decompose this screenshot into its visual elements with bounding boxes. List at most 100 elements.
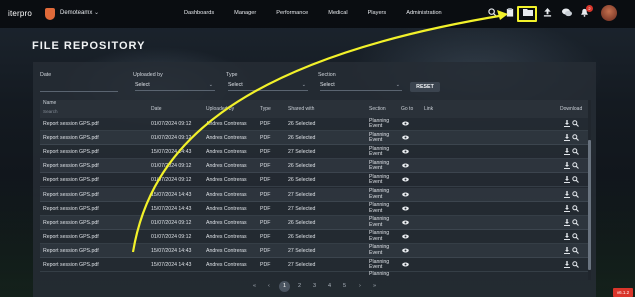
- nav-performance[interactable]: Performance: [276, 10, 308, 16]
- table-row[interactable]: Report session GPS.pdf 01/07/2024 09:12 An…: [40, 173, 588, 188]
- nav-players[interactable]: Players: [368, 10, 387, 16]
- eye-icon[interactable]: [402, 191, 409, 197]
- table-row[interactable]: Report session GPS.pdf 15/07/2024 14:43 An…: [40, 145, 588, 160]
- download-icon[interactable]: [564, 246, 570, 254]
- preview-search-icon[interactable]: [572, 261, 579, 268]
- type-cell: PDF: [260, 205, 271, 212]
- pagination-page-1[interactable]: 1: [279, 281, 290, 292]
- preview-search-icon[interactable]: [572, 218, 579, 226]
- chat-icon[interactable]: [561, 8, 572, 19]
- nav-manager[interactable]: Manager: [234, 10, 256, 16]
- section-cell: Planning Event: [369, 160, 389, 172]
- table-scrollbar-thumb[interactable]: [588, 140, 591, 270]
- shared-with-cell: 26 Selected: [288, 233, 316, 240]
- table-row[interactable]: Report session GPS.pdf 15/07/2024 14:43 An…: [40, 187, 588, 202]
- type-cell: PDF: [260, 219, 271, 226]
- download-icon[interactable]: [564, 261, 570, 268]
- preview-search-icon[interactable]: [572, 148, 579, 156]
- table-row[interactable]: Report session GPS.pdf 01/07/2024 09:12 An…: [40, 215, 588, 230]
- table-row[interactable]: Report session GPS.pdf 01/07/2024 09:12 An…: [40, 117, 588, 131]
- download-icon[interactable]: [564, 162, 570, 170]
- team-selector[interactable]: Demoteamx: [60, 10, 92, 16]
- pagination-page-5[interactable]: 5: [343, 283, 346, 289]
- date-filter-input[interactable]: [40, 82, 118, 92]
- preview-search-icon[interactable]: [572, 162, 579, 170]
- top-navigation-bar: iterpro Demoteamx ⌄ Dashboards Manager P…: [0, 0, 635, 28]
- preview-search-icon[interactable]: [572, 134, 579, 141]
- preview-search-icon[interactable]: [572, 120, 579, 127]
- download-icon[interactable]: [564, 218, 570, 226]
- download-icon[interactable]: [564, 204, 570, 212]
- file-name-cell: Report session GPS.pdf: [43, 177, 99, 184]
- eye-icon[interactable]: [402, 220, 409, 225]
- table-row[interactable]: Report session GPS.pdf 15/07/2024 14:43 An…: [40, 202, 588, 216]
- download-icon[interactable]: [564, 190, 570, 198]
- pagination-prev[interactable]: ‹: [268, 283, 270, 289]
- eye-icon[interactable]: [402, 248, 409, 253]
- nav-dashboards[interactable]: Dashboards: [184, 10, 214, 16]
- preview-search-icon[interactable]: [572, 204, 579, 212]
- pagination-page-3[interactable]: 3: [313, 283, 316, 289]
- clipboard-icon[interactable]: [504, 8, 515, 19]
- type-cell: PDF: [260, 135, 271, 142]
- eye-icon[interactable]: [402, 149, 409, 154]
- pagination-first[interactable]: «: [253, 283, 256, 289]
- section-cell: Planning Event: [369, 216, 389, 228]
- pagination-last[interactable]: »: [373, 283, 376, 289]
- type-select[interactable]: Select ⌄: [228, 81, 308, 91]
- eye-icon[interactable]: [402, 262, 409, 267]
- table-row[interactable]: Report session GPS.pdf 15/07/2024 14:43 An…: [40, 258, 588, 272]
- column-header-name[interactable]: Name: [43, 100, 56, 106]
- app-logo[interactable]: iterpro: [8, 9, 32, 18]
- column-header-section[interactable]: Section: [369, 106, 386, 112]
- shared-with-cell: 27 Selected: [288, 149, 316, 156]
- uploaded-by-select[interactable]: Select ⌄: [135, 81, 215, 91]
- type-cell: PDF: [260, 149, 271, 156]
- eye-icon[interactable]: [402, 206, 409, 211]
- type-select-value: Select: [228, 82, 243, 88]
- download-icon[interactable]: [564, 134, 570, 142]
- chevron-down-icon[interactable]: ⌄: [94, 9, 99, 16]
- section-cell: Planning Event: [369, 118, 389, 130]
- table-row[interactable]: Report session GPS.pdf 01/07/2024 09:12 An…: [40, 131, 588, 146]
- column-header-type[interactable]: Type: [260, 106, 271, 112]
- column-header-download: Download: [560, 106, 583, 112]
- eye-icon[interactable]: [402, 234, 409, 239]
- table-row[interactable]: Report session GPS.pdf 01/07/2024 09:12 An…: [40, 230, 588, 244]
- preview-search-icon[interactable]: [572, 247, 579, 254]
- pagination-page-2[interactable]: 2: [298, 283, 301, 289]
- download-icon[interactable]: [564, 120, 570, 127]
- name-search-input[interactable]: Search: [43, 109, 58, 114]
- file-name-cell: Report session GPS.pdf: [43, 149, 99, 156]
- upload-icon[interactable]: [542, 8, 553, 19]
- download-icon[interactable]: [564, 232, 570, 240]
- table-row[interactable]: Report session GPS.pdf 15/07/2024 14:43 An…: [40, 243, 588, 258]
- column-header-uploaded-by[interactable]: Uploaded by: [206, 106, 234, 112]
- download-icon[interactable]: [564, 148, 570, 156]
- table-row[interactable]: Report session GPS.pdf 01/07/2024 09:12 An…: [40, 159, 588, 174]
- date-cell: 15/07/2024 14:43: [151, 149, 192, 156]
- preview-search-icon[interactable]: [572, 233, 579, 240]
- section-select[interactable]: Select ⌄: [320, 81, 402, 91]
- section-cell: Planning Event: [369, 188, 389, 200]
- eye-icon[interactable]: [402, 177, 409, 182]
- column-header-shared-with[interactable]: Shared with: [288, 106, 314, 112]
- eye-icon[interactable]: [402, 163, 409, 168]
- nav-administration[interactable]: Administration: [406, 10, 441, 16]
- eye-icon[interactable]: [402, 135, 409, 140]
- eye-icon[interactable]: [402, 121, 409, 126]
- search-icon[interactable]: [487, 8, 498, 19]
- column-header-date[interactable]: Date: [151, 106, 162, 112]
- pagination-page-4[interactable]: 4: [328, 283, 331, 289]
- reset-button[interactable]: RESET: [410, 82, 440, 92]
- section-filter-label: Section: [318, 72, 336, 78]
- preview-search-icon[interactable]: [572, 190, 579, 198]
- type-cell: PDF: [260, 121, 271, 127]
- shared-with-cell: 26 Selected: [288, 121, 316, 127]
- pagination-next[interactable]: ›: [359, 283, 361, 289]
- preview-search-icon[interactable]: [572, 176, 579, 184]
- download-icon[interactable]: [564, 176, 570, 184]
- main-nav: Dashboards Manager Performance Medical P…: [184, 10, 462, 16]
- nav-medical[interactable]: Medical: [328, 10, 347, 16]
- avatar[interactable]: [601, 5, 617, 21]
